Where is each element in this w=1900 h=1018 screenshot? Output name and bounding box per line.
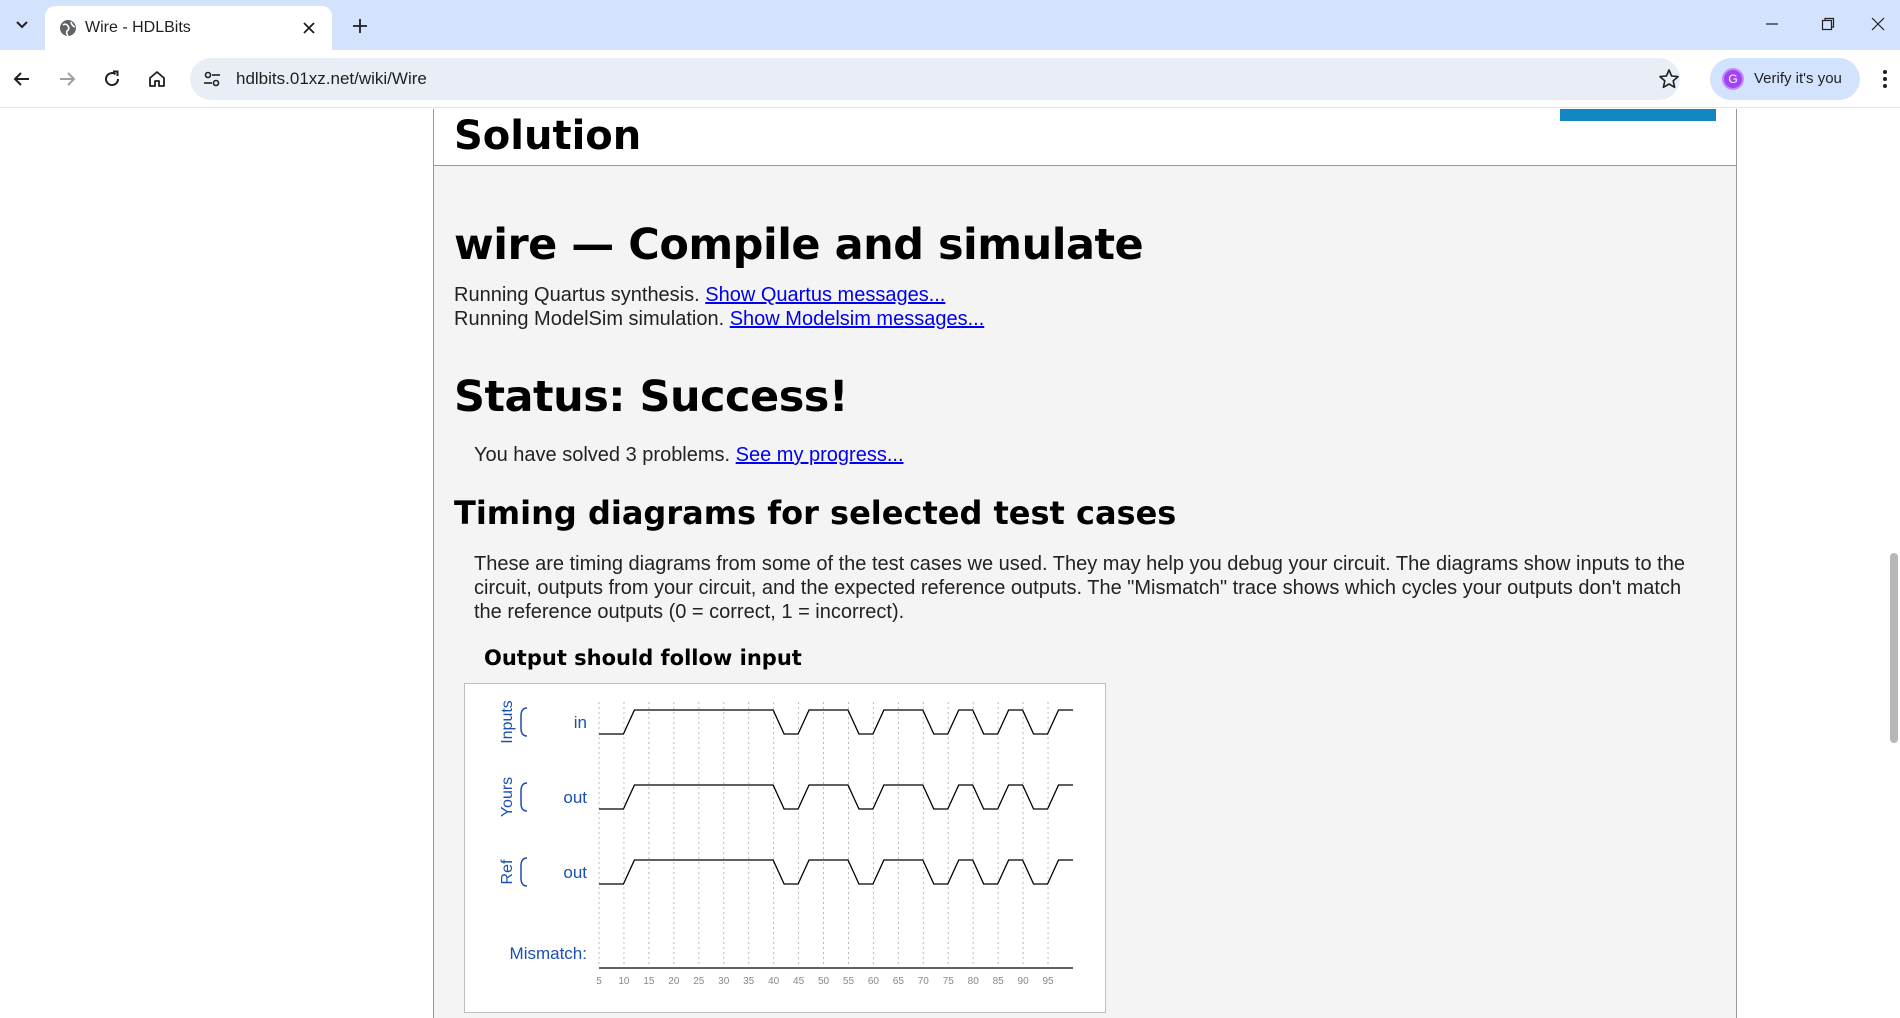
address-bar[interactable]: hdlbits.01xz.net/wiki/Wire xyxy=(190,58,1680,100)
timing-diagram: 5 10 15 20 25 30 35 40 45 50 55 60 65 70 75 80 85 90 95 Inp… xyxy=(464,683,1106,1013)
signal-label: out xyxy=(563,863,587,882)
close-tab-button[interactable] xyxy=(298,17,320,39)
restore-icon xyxy=(1821,17,1835,31)
time-tick-label: 15 xyxy=(643,976,655,987)
submit-button[interactable] xyxy=(1560,109,1716,121)
back-button[interactable] xyxy=(6,63,38,95)
time-tick-label: 85 xyxy=(993,976,1005,987)
tab-search-button[interactable] xyxy=(8,10,36,38)
results-card: wire — Compile and simulate Running Quar… xyxy=(433,165,1737,1018)
arrow-left-icon xyxy=(13,72,29,86)
group-brace xyxy=(520,857,528,887)
site-info-button[interactable] xyxy=(200,67,224,91)
modelsim-messages-link[interactable]: Show Modelsim messages... xyxy=(730,308,985,330)
time-tick-label: 30 xyxy=(718,976,730,987)
timing-heading: Timing diagrams for selected test cases xyxy=(454,494,1177,532)
time-tick-label: 60 xyxy=(868,976,880,987)
page-viewport: Solution wire — Compile and simulate Run… xyxy=(0,109,1900,1018)
tab-strip: Wire - HDLBits xyxy=(0,0,1900,50)
group-brace xyxy=(520,782,528,812)
group-brace xyxy=(520,707,528,737)
more-vert-icon xyxy=(1883,70,1887,88)
group-label: Inputs xyxy=(499,700,516,744)
browser-menu-button[interactable] xyxy=(1873,66,1897,92)
time-tick-label: 80 xyxy=(968,976,980,987)
modelsim-text: Running ModelSim simulation. xyxy=(454,308,725,330)
time-tick-label: 70 xyxy=(918,976,930,987)
progress-line: You have solved 3 problems. See my progr… xyxy=(474,444,904,467)
signal-waveform xyxy=(599,709,1073,735)
restore-button[interactable] xyxy=(1800,6,1856,42)
timing-description: These are timing diagrams from some of t… xyxy=(474,553,1685,623)
avatar: G xyxy=(1722,68,1744,90)
page-scrollbar[interactable] xyxy=(1890,553,1898,743)
tab-title: Wire - HDLBits xyxy=(85,19,191,36)
diagram-title: Output should follow input xyxy=(484,646,802,670)
time-tick-label: 75 xyxy=(943,976,955,987)
time-tick-label: 20 xyxy=(668,976,680,987)
reload-icon xyxy=(105,70,120,87)
compile-heading: wire — Compile and simulate xyxy=(454,220,1144,270)
reload-button[interactable] xyxy=(96,63,128,95)
minimize-button[interactable] xyxy=(1744,6,1800,42)
time-tick-label: 55 xyxy=(843,976,855,987)
solution-heading: Solution xyxy=(454,113,642,159)
home-icon xyxy=(149,71,165,87)
mismatch-label: Mismatch: xyxy=(510,944,587,963)
chevron-down-icon xyxy=(16,21,28,29)
browser-toolbar: hdlbits.01xz.net/wiki/Wire G Verify it's… xyxy=(0,50,1900,108)
time-tick-label: 35 xyxy=(743,976,755,987)
url-text[interactable]: hdlbits.01xz.net/wiki/Wire xyxy=(236,69,427,89)
group-label: Yours xyxy=(499,777,516,817)
signal-waveform xyxy=(599,784,1073,810)
timing-diagram-svg: 5 10 15 20 25 30 35 40 45 50 55 60 65 70 75 80 85 90 95 Inp… xyxy=(499,700,1073,987)
profile-label: Verify it's you xyxy=(1754,70,1842,87)
profile-chip[interactable]: G Verify it's you xyxy=(1710,58,1860,100)
time-tick-label: 40 xyxy=(768,976,780,987)
tune-icon xyxy=(204,71,220,87)
arrow-right-icon xyxy=(60,72,76,86)
forward-button[interactable] xyxy=(51,63,83,95)
time-tick-label: 5 xyxy=(596,976,602,987)
plus-icon xyxy=(353,19,367,33)
home-button[interactable] xyxy=(141,63,173,95)
globe-icon xyxy=(60,20,76,37)
group-label: Ref xyxy=(499,859,516,884)
time-tick-label: 45 xyxy=(793,976,805,987)
signal-waveform xyxy=(599,859,1073,885)
time-tick-label: 10 xyxy=(618,976,630,987)
time-tick-label: 50 xyxy=(818,976,830,987)
close-icon xyxy=(1871,17,1885,31)
time-tick-label: 25 xyxy=(693,976,705,987)
new-tab-button[interactable] xyxy=(346,12,374,40)
progress-link[interactable]: See my progress... xyxy=(736,444,904,466)
time-tick-label: 65 xyxy=(893,976,905,987)
modelsim-line: Running ModelSim simulation. Show Models… xyxy=(454,308,984,331)
time-tick-label: 95 xyxy=(1042,976,1054,987)
active-tab[interactable]: Wire - HDLBits xyxy=(45,6,332,50)
quartus-messages-link[interactable]: Show Quartus messages... xyxy=(705,284,945,306)
close-window-button[interactable] xyxy=(1856,6,1900,42)
progress-text: You have solved 3 problems. xyxy=(474,444,731,466)
time-tick-label: 90 xyxy=(1018,976,1030,987)
close-icon xyxy=(303,22,315,34)
quartus-text: Running Quartus synthesis. xyxy=(454,284,700,306)
signal-label: out xyxy=(563,788,587,807)
quartus-line: Running Quartus synthesis. Show Quartus … xyxy=(454,284,945,307)
status-heading: Status: Success! xyxy=(454,372,849,422)
signal-label: in xyxy=(574,713,587,732)
minimize-icon xyxy=(1766,23,1778,25)
star-icon[interactable] xyxy=(1658,68,1680,90)
